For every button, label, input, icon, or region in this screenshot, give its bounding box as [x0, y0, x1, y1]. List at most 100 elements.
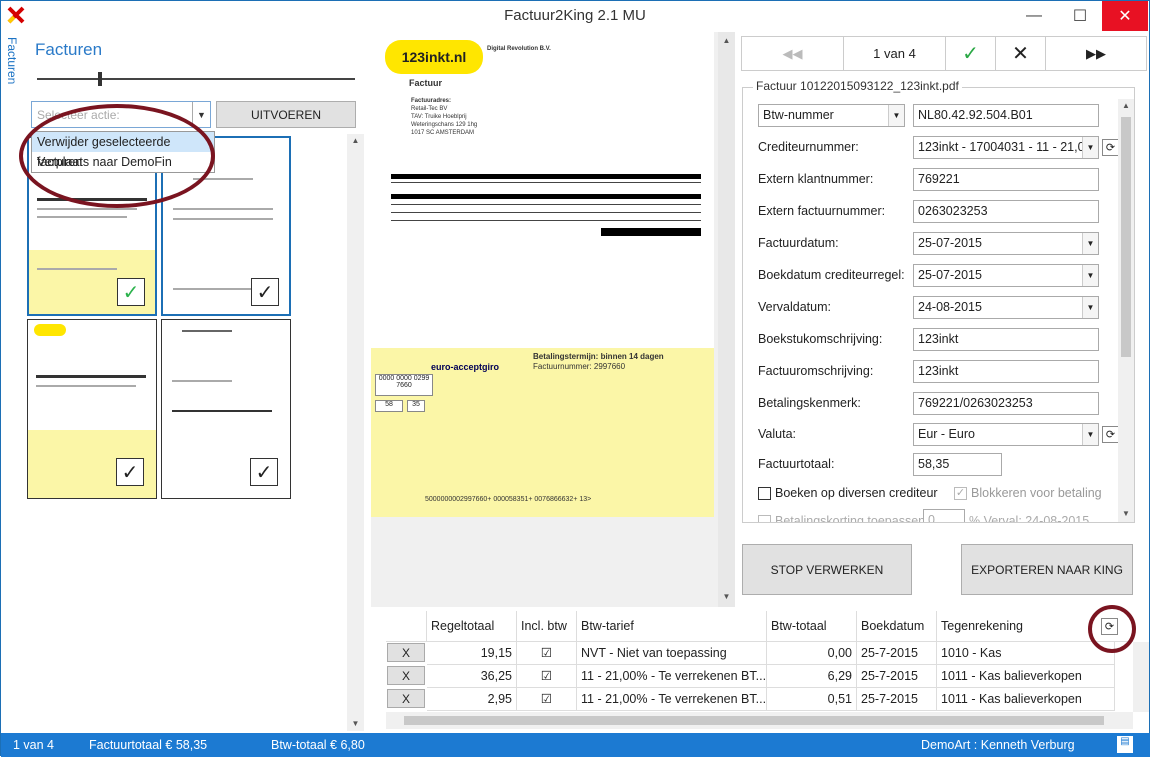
chevron-down-icon[interactable]: ▼ [1082, 424, 1098, 445]
cell-btwtarief[interactable]: NVT - Niet van toepassing [577, 642, 767, 665]
export-button[interactable]: EXPORTEREN NAAR KING [961, 544, 1133, 595]
export-file-icon[interactable]: ▤ [1117, 736, 1133, 753]
korting-checkbox[interactable] [758, 515, 771, 522]
chevron-down-icon[interactable]: ▼ [192, 102, 210, 127]
approve-icon[interactable]: ✓ [946, 37, 996, 70]
preview-scrollbar[interactable]: ▲ ▼ [718, 32, 735, 607]
panel-title: Facturen [35, 40, 103, 59]
vervaldatum-picker[interactable]: 24-08-2015 ▼ [913, 296, 1099, 319]
check-icon[interactable]: ✓ [250, 458, 278, 486]
maximize-button[interactable]: ☐ [1057, 1, 1103, 31]
cell-boekdatum[interactable]: 25-7-2015 [857, 642, 937, 665]
scroll-down-icon[interactable]: ▼ [347, 719, 364, 728]
factuuromschrijving-input[interactable]: 123inkt [913, 360, 1099, 383]
scroll-thumb[interactable] [404, 716, 1104, 725]
grid-header-btwtotaal[interactable]: Btw-totaal [767, 611, 857, 642]
blokkeren-checkbox[interactable]: ✓ [954, 487, 967, 500]
cell-regeltotaal[interactable]: 36,25 [427, 665, 517, 688]
cell-boekdatum[interactable]: 25-7-2015 [857, 665, 937, 688]
check-icon[interactable]: ✓ [117, 278, 145, 306]
table-line [391, 212, 701, 213]
delete-row-button[interactable]: X [387, 666, 425, 685]
minimize-button[interactable]: — [1011, 1, 1057, 31]
scroll-thumb[interactable] [1121, 117, 1131, 357]
scroll-up-icon[interactable]: ▲ [718, 36, 735, 45]
status-btwtotaal: Btw-totaal € 6,80 [271, 738, 365, 752]
tab-facturen[interactable]: Facturen [3, 37, 21, 107]
factuurdatum-value: 25-07-2015 [918, 236, 982, 250]
giro-code-line: 5000000002997660+ 000058351+ 0076866632+… [425, 496, 592, 503]
last-icon[interactable]: ▶▶ [1046, 37, 1146, 70]
crediteur-select[interactable]: 123inkt - 17004031 - 11 - 21,0 ▼ [913, 136, 1099, 159]
grid-header-boekdatum[interactable]: Boekdatum [857, 611, 937, 642]
btw-type-select[interactable]: Btw-nummer ▼ [758, 104, 905, 127]
boekstuk-input[interactable]: 123inkt [913, 328, 1099, 351]
zoom-slider[interactable] [37, 78, 355, 80]
scroll-up-icon[interactable]: ▲ [1118, 101, 1134, 110]
execute-button[interactable]: UITVOEREN [216, 101, 356, 128]
boekdatum-picker[interactable]: 25-07-2015 ▼ [913, 264, 1099, 287]
status-user: DemoArt : Kenneth Verburg [921, 738, 1075, 752]
checkbox-checked-icon[interactable]: ☑ [517, 688, 577, 711]
checkbox-checked-icon[interactable]: ☑ [517, 665, 577, 688]
invoice-thumbnail[interactable]: ✓ [161, 319, 291, 499]
reject-icon[interactable]: ✕ [996, 37, 1046, 70]
delete-row-button[interactable]: X [387, 643, 425, 662]
cell-btwtarief[interactable]: 11 - 21,00% - Te verrekenen BT... [577, 688, 767, 711]
grid-scrollbar[interactable] [1133, 642, 1149, 712]
chevron-down-icon[interactable]: ▼ [888, 105, 904, 126]
check-icon[interactable]: ✓ [251, 278, 279, 306]
thumb-line [36, 375, 146, 378]
scroll-down-icon[interactable]: ▼ [718, 592, 735, 601]
preview-heading: Factuur [409, 78, 443, 88]
subtotal-bar [601, 228, 701, 236]
thumb-logo [34, 324, 66, 336]
thumbnails-scrollbar[interactable]: ▲ ▼ [347, 134, 364, 731]
delete-row-button[interactable]: X [387, 689, 425, 708]
scroll-down-icon[interactable]: ▼ [1118, 509, 1134, 518]
cell-tegenrekening[interactable]: 1010 - Kas [937, 642, 1115, 665]
stop-button[interactable]: STOP VERWERKEN [742, 544, 912, 595]
factuurnummer-input[interactable]: 0263023253 [913, 200, 1099, 223]
chevron-down-icon[interactable]: ▼ [1082, 137, 1098, 158]
cell-regeltotaal[interactable]: 19,15 [427, 642, 517, 665]
refresh-icon[interactable]: ⟳ [1102, 426, 1119, 443]
label-betalingskenmerk: Betalingskenmerk: [758, 396, 861, 410]
cell-btwtotaal[interactable]: 0,51 [767, 688, 857, 711]
chevron-down-icon[interactable]: ▼ [1082, 297, 1098, 318]
betalingskenmerk-input[interactable]: 769221/0263023253 [913, 392, 1099, 415]
check-icon[interactable]: ✓ [116, 458, 144, 486]
refresh-icon[interactable]: ⟳ [1102, 139, 1119, 156]
app-window: Factuur2King 2.1 MU — ☐ ✕ Facturen Factu… [0, 0, 1150, 757]
giro-title: euro-acceptgiro [431, 362, 500, 372]
valuta-select[interactable]: Eur - Euro ▼ [913, 423, 1099, 446]
scroll-up-icon[interactable]: ▲ [347, 136, 364, 145]
korting-input[interactable]: 0 [923, 509, 965, 522]
chevron-down-icon[interactable]: ▼ [1082, 265, 1098, 286]
grid-header-regeltotaal[interactable]: Regeltotaal [427, 611, 517, 642]
factuurtotaal-input[interactable]: 58,35 [913, 453, 1002, 476]
cell-tegenrekening[interactable]: 1011 - Kas balieverkopen [937, 665, 1115, 688]
acceptgiro: euro-acceptgiro Betalingstermijn: binnen… [371, 348, 714, 517]
close-button[interactable]: ✕ [1102, 1, 1148, 31]
cell-boekdatum[interactable]: 25-7-2015 [857, 688, 937, 711]
cell-tegenrekening[interactable]: 1011 - Kas balieverkopen [937, 688, 1115, 711]
diversen-checkbox[interactable] [758, 487, 771, 500]
cell-btwtotaal[interactable]: 0,00 [767, 642, 857, 665]
factuurdatum-picker[interactable]: 25-07-2015 ▼ [913, 232, 1099, 255]
cell-btwtarief[interactable]: 11 - 21,00% - Te verrekenen BT... [577, 665, 767, 688]
klantnummer-input[interactable]: 769221 [913, 168, 1099, 191]
btw-number-input[interactable]: NL80.42.92.504.B01 [913, 104, 1099, 127]
cell-regeltotaal[interactable]: 2,95 [427, 688, 517, 711]
first-icon[interactable]: ◀◀ [742, 37, 844, 70]
grid-header-inclbtw[interactable]: Incl. btw [517, 611, 577, 642]
invoice-thumbnail[interactable]: ✓ [27, 319, 157, 499]
grid-header-btwtarief[interactable]: Btw-tarief [577, 611, 767, 642]
checkbox-checked-icon[interactable]: ☑ [517, 642, 577, 665]
btw-type-value: Btw-nummer [763, 108, 834, 122]
form-scrollbar[interactable]: ▲ ▼ [1118, 99, 1134, 522]
zoom-slider-thumb[interactable] [98, 72, 102, 86]
chevron-down-icon[interactable]: ▼ [1082, 233, 1098, 254]
cell-btwtotaal[interactable]: 6,29 [767, 665, 857, 688]
grid-horizontal-scrollbar[interactable] [386, 712, 1133, 729]
